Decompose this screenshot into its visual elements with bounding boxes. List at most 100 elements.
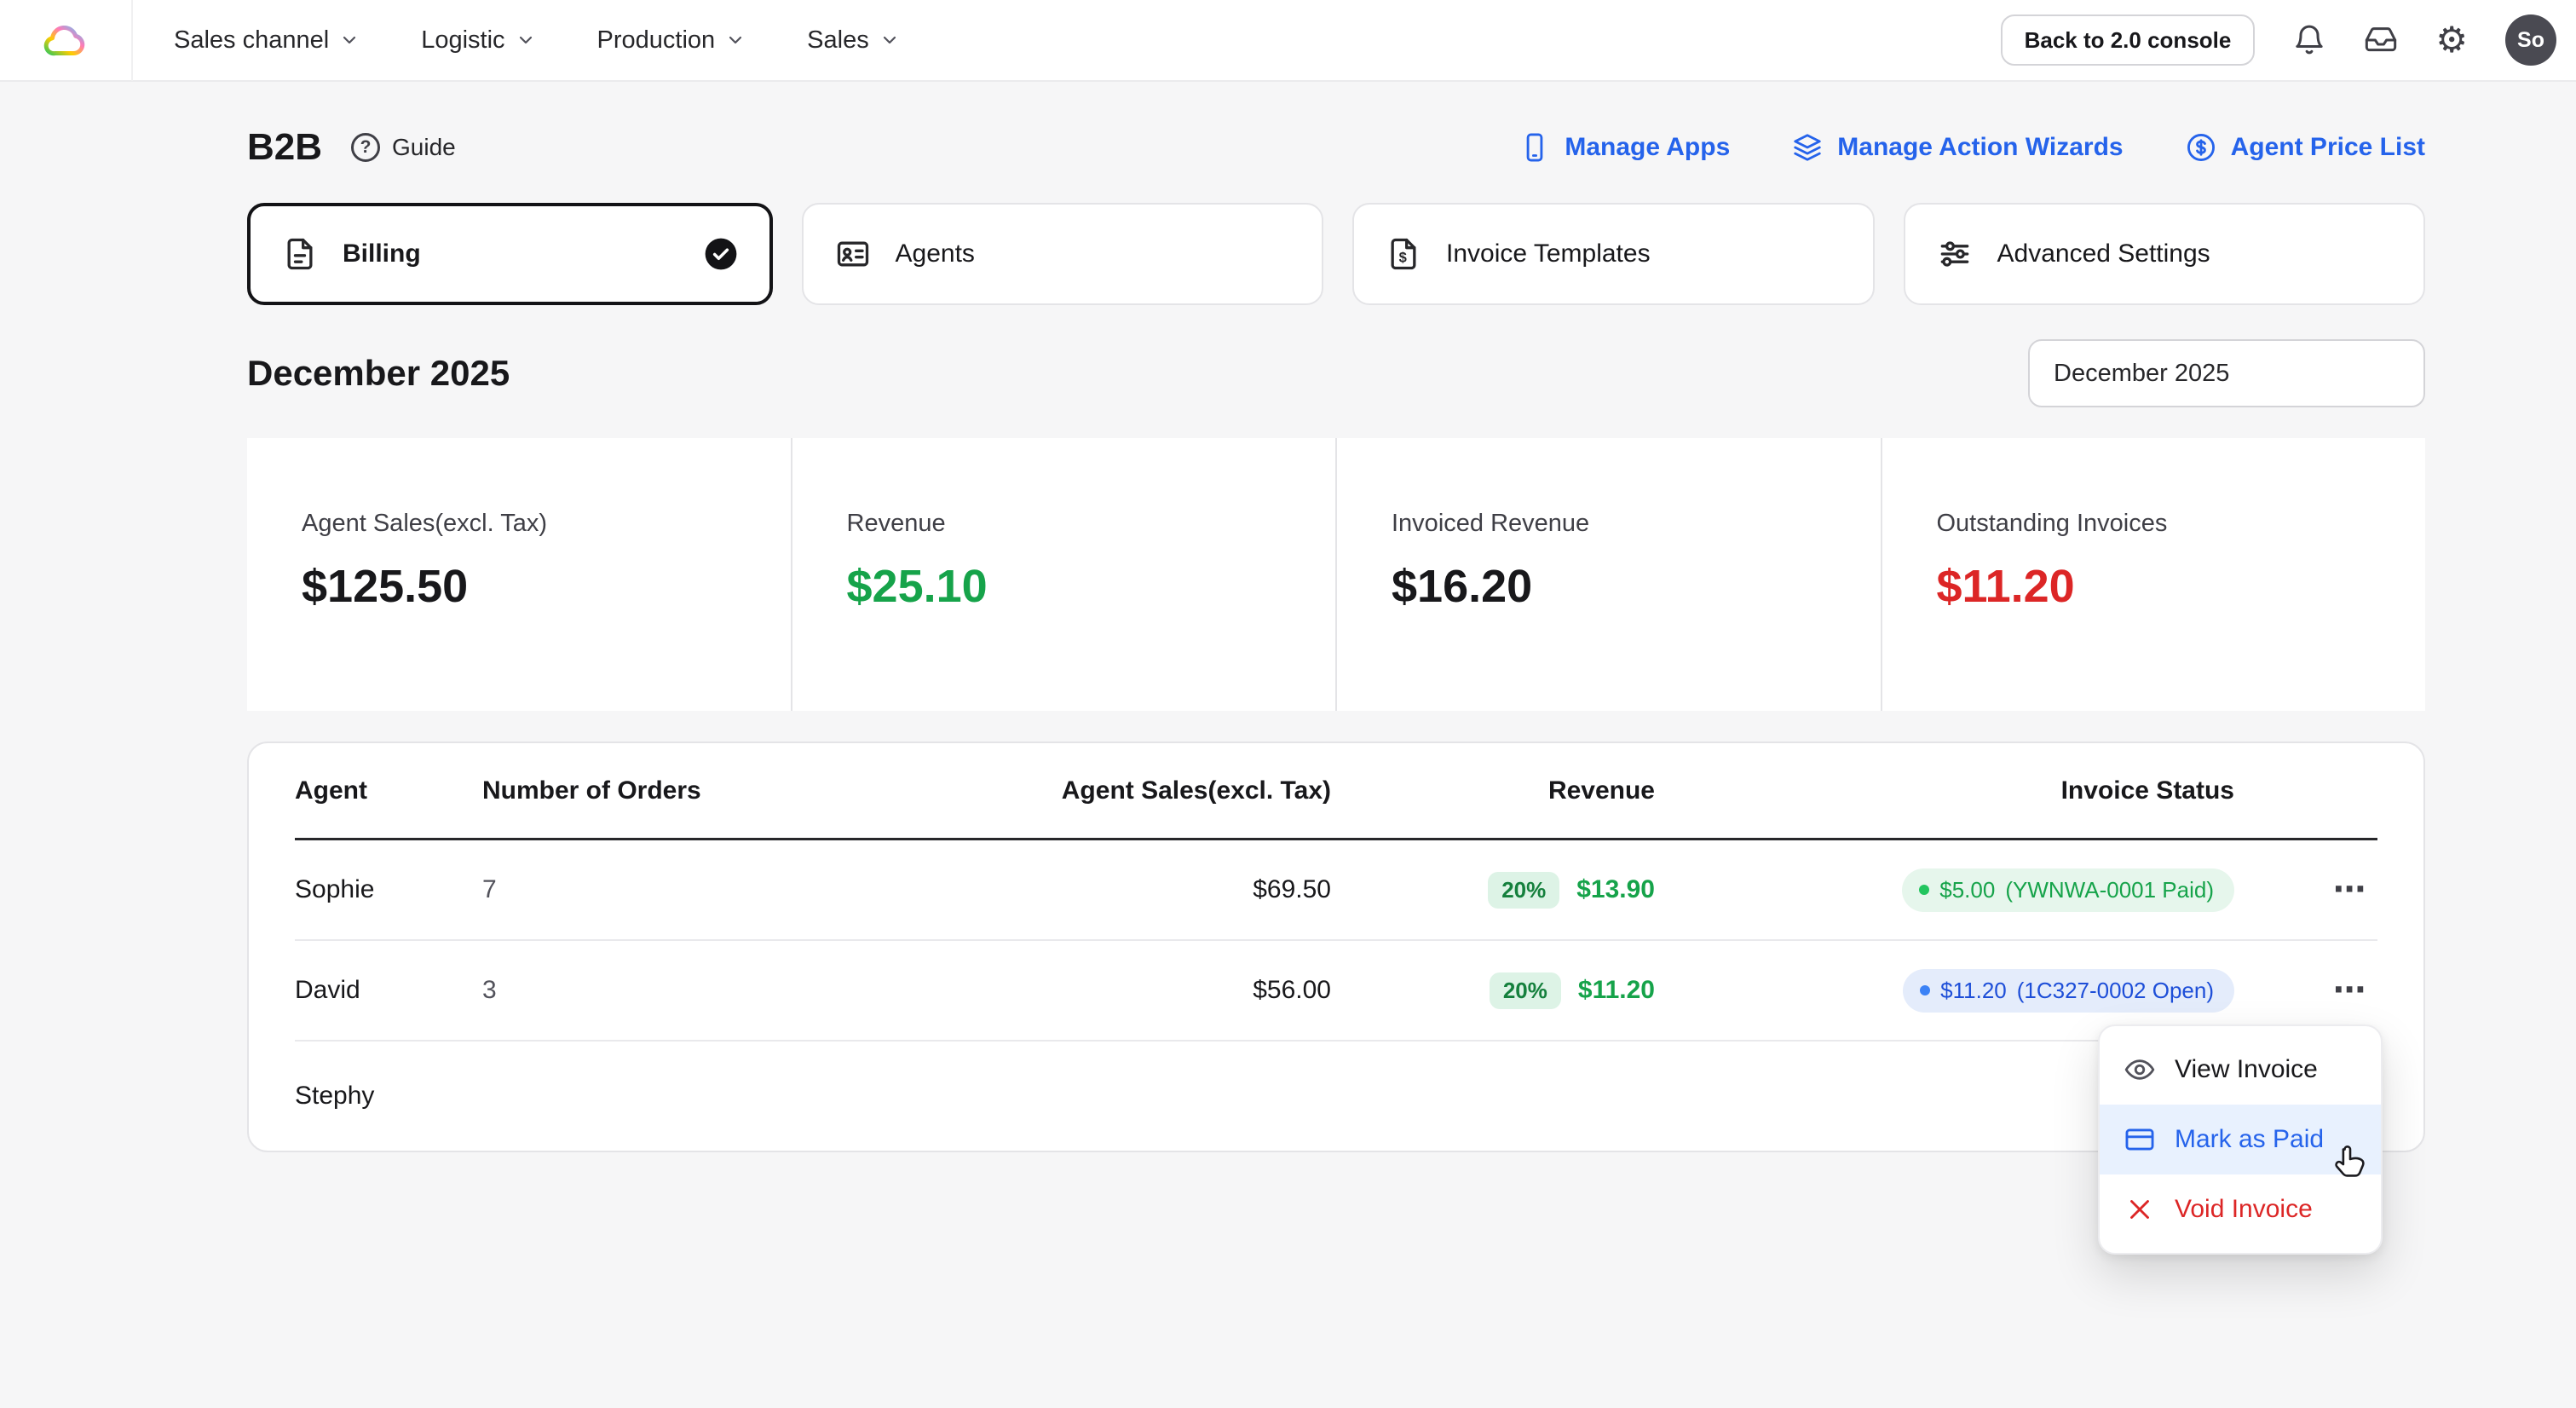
- period-row: December 2025 December 2025: [247, 339, 2425, 407]
- row-actions-cell: ⋯: [2234, 967, 2377, 1013]
- settings-tabs: Billing Agents $ Invoice Templates Advan…: [247, 203, 2425, 305]
- col-header-invoice-status: Invoice Status: [2060, 776, 2234, 805]
- inbox-icon[interactable]: [2364, 23, 2398, 57]
- chevron-down-icon: [343, 36, 356, 44]
- table-row-stephy: Stephy: [295, 1042, 2377, 1151]
- dollar-circle-icon: [2187, 134, 2215, 161]
- table-header-row: Agent Number of Orders Agent Sales(excl.…: [295, 743, 2377, 840]
- menu-item-view-invoice[interactable]: View Invoice: [2100, 1035, 2381, 1105]
- guide-link[interactable]: ? Guide: [351, 133, 456, 162]
- layers-icon: [1794, 134, 1821, 161]
- tab-billing[interactable]: Billing: [247, 203, 773, 305]
- tab-invoice-templates[interactable]: $ Invoice Templates: [1352, 203, 1875, 305]
- link-label: Manage Apps: [1565, 133, 1731, 161]
- tab-label: Billing: [343, 239, 421, 268]
- guide-label: Guide: [392, 134, 456, 160]
- sliders-icon: [1940, 241, 1968, 267]
- nav-menu-production[interactable]: Production: [597, 26, 746, 55]
- back-to-console-button[interactable]: Back to 2.0 console: [2000, 14, 2256, 66]
- menu-item-void-invoice[interactable]: Void Invoice: [2100, 1174, 2381, 1244]
- status-badge-paid: $5.00 (YWNWA-0001 Paid): [1902, 868, 2234, 912]
- user-avatar[interactable]: So: [2505, 14, 2556, 66]
- agent-name: Stephy: [295, 1082, 375, 1110]
- stat-value: $125.50: [302, 561, 469, 612]
- selected-check-icon: [705, 238, 736, 270]
- manage-action-wizards-link[interactable]: Manage Action Wizards: [1791, 131, 2124, 164]
- status-badge-open: $11.20 (1C327-0002 Open): [1903, 968, 2234, 1013]
- x-icon: [2130, 1200, 2149, 1219]
- status-amount: $5.00: [1939, 876, 1996, 903]
- menu-item-label: Mark as Paid: [2175, 1125, 2325, 1153]
- status-amount: $11.20: [1940, 977, 2007, 1003]
- invoice-status-cell: $11.20 (1C327-0002 Open): [1655, 968, 2234, 1013]
- nav-menu-sales-channel[interactable]: Sales channel: [174, 26, 360, 55]
- header-links: Manage Apps Manage Action Wizards Agent …: [1519, 131, 2425, 164]
- chevron-down-icon: [519, 36, 532, 44]
- cloud-logo-icon: [43, 25, 85, 56]
- status-dot: [1919, 885, 1930, 895]
- app-logo[interactable]: [0, 0, 133, 81]
- col-header-orders: Number of Orders: [482, 776, 701, 805]
- revenue-cell: 20% $13.90: [1331, 871, 1655, 909]
- notifications-bell-icon[interactable]: [2292, 23, 2326, 57]
- order-count: 7: [482, 875, 497, 903]
- menu-item-mark-as-paid[interactable]: Mark as Paid: [2100, 1105, 2381, 1174]
- credit-card-icon: [2125, 1128, 2154, 1151]
- navbar-actions: Back to 2.0 console ⚙ So: [2000, 14, 2556, 66]
- nav-menu-sales[interactable]: Sales: [807, 26, 900, 55]
- stat-label: Outstanding Invoices: [1936, 510, 2168, 537]
- stat-value: $25.10: [846, 561, 988, 612]
- nav-menu-logistic[interactable]: Logistic: [421, 26, 535, 55]
- stat-label: Agent Sales(excl. Tax): [302, 510, 547, 537]
- month-picker[interactable]: December 2025: [2028, 339, 2425, 407]
- month-picker-value: December 2025: [2054, 359, 2230, 387]
- col-header-sales: Agent Sales(excl. Tax): [1061, 776, 1331, 805]
- document-icon: [287, 238, 313, 270]
- id-card-icon: [837, 241, 868, 267]
- col-header-agent: Agent: [295, 776, 367, 805]
- nav-menu-label: Production: [596, 26, 716, 54]
- revenue-percent-badge: 20%: [1488, 871, 1560, 909]
- tab-advanced-settings[interactable]: Advanced Settings: [1903, 203, 2425, 305]
- row-actions-button[interactable]: ⋯: [2323, 967, 2377, 1013]
- chevron-down-icon: [729, 36, 742, 44]
- main-nav: Sales channel Logistic Production Sales: [174, 26, 900, 55]
- revenue-percent-badge: 20%: [1489, 972, 1561, 1009]
- stat-outstanding-invoices: Outstanding Invoices $11.20: [1880, 438, 2426, 711]
- manage-apps-link[interactable]: Manage Apps: [1519, 131, 1730, 164]
- order-count: 3: [482, 976, 497, 1004]
- status-dot: [1920, 985, 1931, 995]
- agent-price-list-link[interactable]: Agent Price List: [2185, 131, 2425, 164]
- row-actions-cell: ⋯: [2234, 867, 2377, 913]
- invoice-actions-menu: View Invoice Mark as Paid Void Invoice: [2098, 1024, 2383, 1255]
- nav-menu-label: Sales: [807, 26, 869, 54]
- stat-value: $16.20: [1392, 561, 1533, 612]
- stat-label: Invoiced Revenue: [1392, 510, 1590, 537]
- stats-band: Agent Sales(excl. Tax) $125.50 Revenue $…: [247, 438, 2425, 711]
- tab-label: Advanced Settings: [1997, 239, 2210, 268]
- help-circle-icon: ?: [351, 133, 381, 162]
- agent-name: Sophie: [295, 875, 375, 903]
- settings-gear-icon[interactable]: ⚙: [2435, 22, 2468, 58]
- tab-label: Invoice Templates: [1446, 239, 1651, 268]
- stat-revenue: Revenue $25.10: [790, 438, 1336, 711]
- eye-icon: [2124, 1059, 2155, 1080]
- menu-item-label: View Invoice: [2175, 1055, 2318, 1083]
- invoice-status-cell: $5.00 (YWNWA-0001 Paid): [1655, 868, 2234, 912]
- top-navbar: Sales channel Logistic Production Sales …: [0, 0, 2576, 82]
- tab-label: Agents: [895, 239, 975, 268]
- stat-agent-sales: Agent Sales(excl. Tax) $125.50: [247, 438, 791, 711]
- invoice-document-icon: $: [1391, 238, 1416, 270]
- nav-menu-label: Sales channel: [174, 26, 330, 54]
- nav-menu-label: Logistic: [421, 26, 505, 54]
- row-actions-button[interactable]: ⋯: [2323, 867, 2377, 913]
- revenue-amount: $11.20: [1577, 976, 1655, 1004]
- page-title: B2B: [247, 126, 323, 168]
- tab-agents[interactable]: Agents: [801, 203, 1323, 305]
- table-row-sophie: Sophie 7 $69.50 20% $13.90 $5.00 (YWNWA-…: [295, 840, 2377, 941]
- col-header-revenue: Revenue: [1547, 776, 1655, 805]
- revenue-amount: $13.90: [1576, 875, 1655, 903]
- status-ref: (YWNWA-0001 Paid): [2005, 876, 2214, 903]
- stat-invoiced-revenue: Invoiced Revenue $16.20: [1335, 438, 1881, 711]
- link-label: Agent Price List: [2230, 133, 2425, 161]
